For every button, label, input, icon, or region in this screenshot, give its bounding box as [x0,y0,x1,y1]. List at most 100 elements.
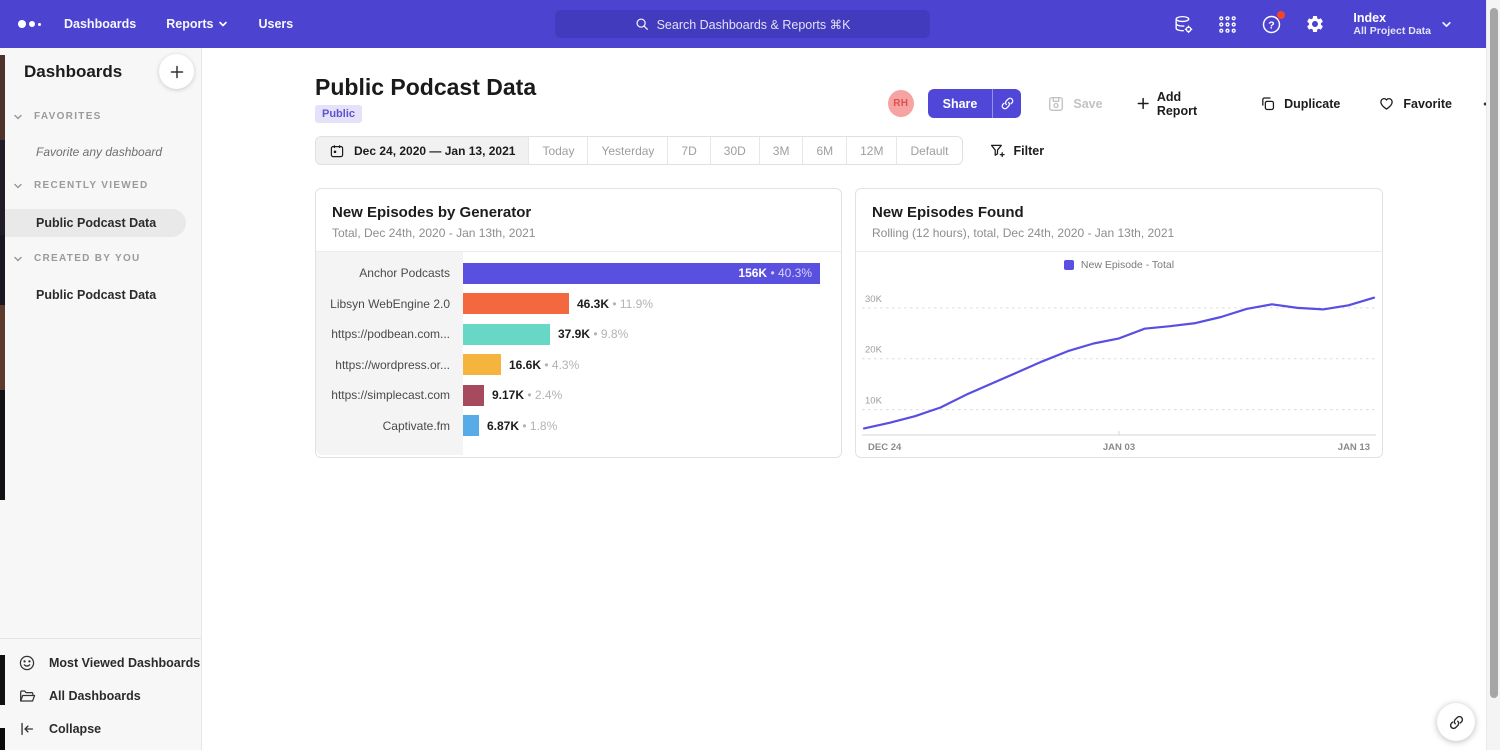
filter-funnel-icon [989,142,1006,159]
avatar[interactable]: RH [888,90,914,117]
card-subtitle: Total, Dec 24th, 2020 - Jan 13th, 2021 [332,226,825,240]
collapse-sidebar-button[interactable]: Collapse [18,720,101,738]
section-recently-viewed[interactable]: RECENTLY VIEWED [0,180,201,191]
bar-segment[interactable] [463,354,501,375]
date-range-group: Dec 24, 2020 — Jan 13, 2021 TodayYesterd… [315,136,963,165]
bar-row: https://wordpress.or... 16.6K • 4.3% [316,350,841,381]
collapse-icon [18,720,36,738]
section-favorites[interactable]: FAVORITES [0,111,201,122]
add-report-button[interactable]: Add Report [1137,90,1222,118]
card-title: New Episodes by Generator [332,204,825,221]
share-split-button: Share [928,89,1022,118]
date-preset-today[interactable]: Today [529,137,588,164]
y-axis-label: 20K [865,345,883,356]
share-link-button[interactable] [992,89,1021,118]
scrollbar-thumb[interactable] [1490,8,1498,698]
nav-item-users[interactable]: Users [258,17,293,31]
section-created-by-you[interactable]: CREATED BY YOU [0,253,201,264]
date-preset-30d[interactable]: 30D [711,137,760,164]
line-chart: 10K20K30KDEC 24JAN 03JAN 13 [862,277,1376,457]
add-dashboard-button[interactable] [159,54,194,89]
bar-category-label: https://wordpress.or... [316,358,463,372]
bar-row: Anchor Podcasts156K • 40.3% [316,258,841,289]
heart-icon [1378,95,1395,112]
date-presets: TodayYesterday7D30D3M6M12MDefault [529,137,961,164]
date-preset-6m[interactable]: 6M [803,137,847,164]
save-button[interactable]: Save [1047,95,1102,113]
app-logo-icon[interactable] [18,20,41,28]
data-sources-icon[interactable] [1171,12,1195,36]
bar-segment[interactable]: 156K • 40.3% [463,263,820,284]
bar-category-label: https://podbean.com... [316,327,463,341]
bar-segment[interactable] [463,385,484,406]
sidebar-title: Dashboards [24,62,122,82]
bar-chart: Anchor Podcasts156K • 40.3%Libsyn WebEng… [316,252,841,455]
public-badge: Public [315,105,362,123]
bar-category-label: https://simplecast.com [316,388,463,402]
date-preset-default[interactable]: Default [897,137,961,164]
settings-gear-icon[interactable] [1303,12,1327,36]
bar-row: Captivate.fm6.87K • 1.8% [316,411,841,442]
bar-segment[interactable] [463,415,479,436]
favorite-button[interactable]: Favorite [1378,95,1452,112]
header-actions: RH Share Save Add Report Duplicate Favor… [888,89,1500,118]
bar-value-label: 156K • 40.3% [738,263,812,284]
bar-category-label: Captivate.fm [316,419,463,433]
filter-button[interactable]: Filter [989,142,1045,159]
calendar-icon [329,143,345,159]
date-preset-3m[interactable]: 3M [760,137,804,164]
bar-value-label: 16.6K • 4.3% [509,358,579,372]
chevron-down-icon [13,112,23,122]
most-viewed-dashboards-button[interactable]: Most Viewed Dashboards [18,654,200,672]
sidebar-item-public-podcast-data[interactable]: Public Podcast Data [0,209,186,237]
page-title: Public Podcast Data [315,74,536,101]
search-icon [635,17,649,31]
top-nav: Dashboards Reports Users Search Dashboar… [0,0,1500,48]
x-axis-label: DEC 24 [868,442,902,453]
plus-icon [170,65,184,79]
sidebar-item-public-podcast-data-created[interactable]: Public Podcast Data [0,281,156,309]
legend-label: New Episode - Total [1081,259,1174,271]
bar-segment[interactable] [463,324,550,345]
chevron-down-icon [1441,19,1452,30]
sidebar: Dashboards FAVORITES Favorite any dashbo… [0,48,202,750]
card-new-episodes-by-generator: New Episodes by Generator Total, Dec 24t… [315,188,842,458]
link-icon [1000,96,1015,111]
chevron-down-icon [13,181,23,191]
date-preset-yesterday[interactable]: Yesterday [588,137,668,164]
help-icon[interactable]: ? [1259,12,1283,36]
bar-value-label: 37.9K • 9.8% [558,327,628,341]
all-dashboards-button[interactable]: All Dashboards [18,687,141,705]
date-preset-7d[interactable]: 7D [668,137,710,164]
chevron-down-icon [13,254,23,264]
search-input[interactable]: Search Dashboards & Reports ⌘K [555,10,930,38]
nav-item-dashboards[interactable]: Dashboards [64,17,136,31]
y-axis-label: 30K [865,294,883,305]
bar-segment[interactable] [463,293,569,314]
svg-text:?: ? [1268,19,1274,31]
card-new-episodes-found: New Episodes Found Rolling (12 hours), t… [855,188,1383,458]
project-switcher[interactable]: Index All Project Data [1353,11,1452,38]
scrollbar-track [1486,0,1500,750]
card-title: New Episodes Found [872,204,1366,221]
notification-badge [1277,11,1285,19]
bar-value-label: 9.17K • 2.4% [492,388,562,402]
apps-grid-icon[interactable] [1215,12,1239,36]
floating-link-button[interactable] [1437,703,1475,741]
date-preset-12m[interactable]: 12M [847,137,897,164]
duplicate-icon [1259,95,1276,112]
project-name: Index [1353,11,1431,25]
bar-row: https://podbean.com... 37.9K • 9.8% [316,319,841,350]
nav-item-reports[interactable]: Reports [166,17,228,31]
chevron-down-icon [218,19,228,29]
duplicate-button[interactable]: Duplicate [1259,95,1340,112]
bar-row: https://simplecast.com 9.17K • 2.4% [316,380,841,411]
date-range-button[interactable]: Dec 24, 2020 — Jan 13, 2021 [316,137,529,164]
project-scope: All Project Data [1353,25,1431,38]
favorites-empty-text: Favorite any dashboard [36,145,162,159]
smiley-icon [18,654,36,672]
share-button[interactable]: Share [928,89,993,118]
bar-value-label: 46.3K • 11.9% [577,297,653,311]
y-axis-label: 10K [865,396,883,407]
legend-new-episode-total[interactable]: New Episode - Total [856,252,1382,277]
